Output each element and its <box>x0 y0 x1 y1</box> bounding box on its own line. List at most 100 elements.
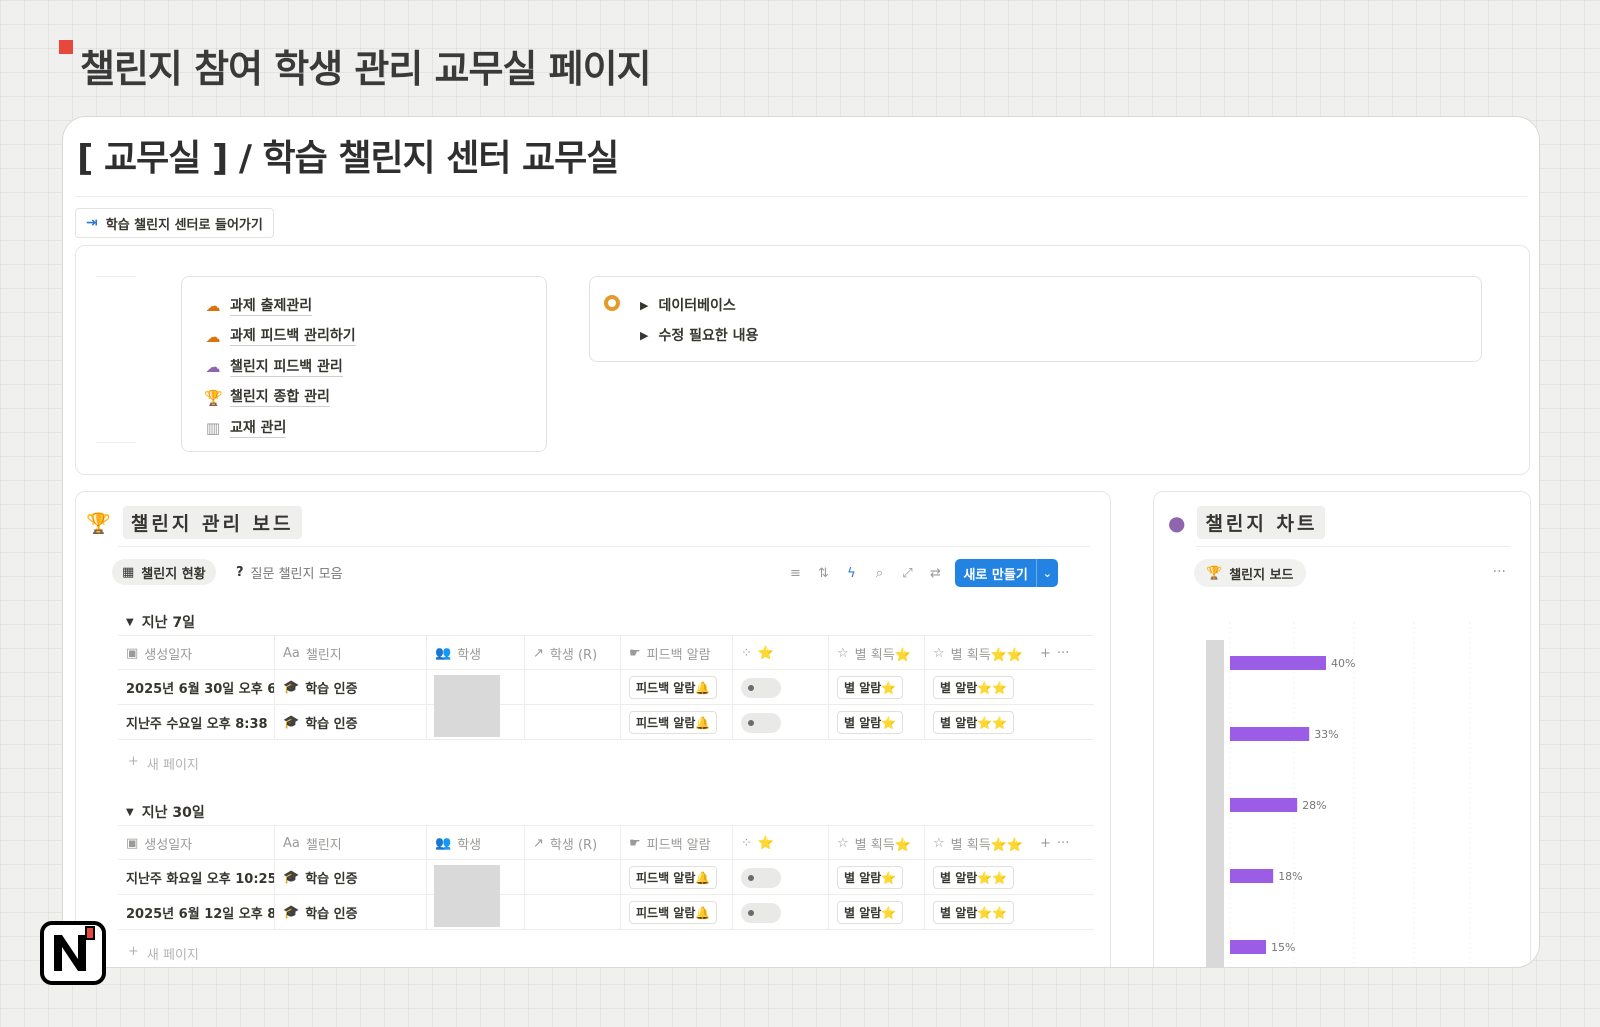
column-header[interactable]: ▣ 생성일자 <box>118 826 274 861</box>
feedback-alarm-button[interactable]: 피드백 알람🔔 <box>629 866 718 889</box>
notion-logo <box>40 921 106 985</box>
automation-icon[interactable]: ϟ <box>843 566 859 581</box>
student-image-placeholder <box>434 865 500 927</box>
menu-item-label: 교재 관리 <box>230 419 287 438</box>
column-header[interactable]: Aa 챌린지 <box>274 636 426 671</box>
table-row[interactable]: 2025년 6월 12일 오후 8:5 🎓 학습 인증 피드백 알람🔔 별 알람⭐… <box>118 895 1094 930</box>
filter-icon[interactable]: ≡ <box>787 566 803 581</box>
group-label: 지난 30일 <box>141 805 205 821</box>
add-page-button[interactable]: + 새 페이지 <box>128 944 199 963</box>
chart-axis-band <box>1206 640 1224 967</box>
add-column-icon[interactable]: + <box>1040 836 1051 851</box>
menu-item-challenge-feedback[interactable]: ☁ 챌린지 피드백 관리 <box>204 352 546 383</box>
toggle-database[interactable]: ▶ 데이터베이스 <box>640 295 736 315</box>
star-alarm-button[interactable]: 별 알람⭐ <box>837 676 904 699</box>
relation-arrow-icon: ↗ <box>533 836 544 851</box>
date-cell: 지난주 화요일 오후 10:25 <box>126 872 274 887</box>
table-row[interactable]: 2025년 6월 30일 오후 6:0 🎓 학습 인증 피드백 알람🔔 별 알람⭐… <box>118 670 1094 705</box>
toggle-triangle-icon: ▶ <box>640 328 649 342</box>
star2-cell: 별 알람⭐⭐ <box>924 895 1032 930</box>
star1-cell: 별 알람⭐ <box>828 860 924 895</box>
chart-data-label: 40% <box>1331 657 1355 670</box>
graduation-cap-icon: 🎓 <box>283 715 300 730</box>
challenge-cell[interactable]: 🎓 학습 인증 <box>274 705 426 740</box>
menu-item-assignment[interactable]: ☁ 과제 출제관리 <box>204 291 546 322</box>
column-header[interactable]: ↗ 학생 (R) <box>524 636 620 671</box>
column-header[interactable]: ⁘ ⭐ <box>732 826 828 861</box>
challenge-label: 학습 인증 <box>305 907 358 922</box>
group-toggle[interactable]: ▼ 지난 30일 <box>126 802 205 822</box>
toggle-edit-needed[interactable]: ▶ 수정 필요한 내용 <box>640 325 758 345</box>
table-row[interactable]: 지난주 화요일 오후 10:25 🎓 학습 인증 피드백 알람🔔 별 알람⭐ 별 … <box>118 860 1094 895</box>
group-toggle[interactable]: ▼ 지난 7일 <box>126 612 195 632</box>
challenge-cell[interactable]: 🎓 학습 인증 <box>274 860 426 895</box>
tab-challenge-status[interactable]: ▦ 챌린지 현황 <box>112 559 216 585</box>
database-table: ▣ 생성일자 Aa 챌린지 👥 학생 ↗ 학생 (R) ☛ 피드백 알람 ⁘ ⭐ ☆ 별 획득… <box>118 635 1094 740</box>
challenge-label: 학습 인증 <box>305 717 358 732</box>
feedback-alarm-button[interactable]: 피드백 알람🔔 <box>629 711 718 734</box>
column-header[interactable]: ☆ 별 획득⭐ <box>828 826 924 861</box>
column-header[interactable]: ☆ 별 획득⭐ <box>828 636 924 671</box>
challenge-label: 학습 인증 <box>305 682 358 697</box>
toggle-triangle-icon: ▶ <box>640 298 649 312</box>
menu-item-challenge-overview[interactable]: 🏆 챌린지 종합 관리 <box>204 383 546 414</box>
star-alarm-button[interactable]: 별 알람⭐⭐ <box>933 866 1015 889</box>
column-header[interactable]: ↗ 학생 (R) <box>524 826 620 861</box>
chevron-down-icon[interactable]: ⌄ <box>1035 559 1058 587</box>
column-header[interactable]: ⁘ ⭐ <box>732 636 828 671</box>
star2-cell: 별 알람⭐⭐ <box>924 860 1032 895</box>
more-icon[interactable]: ··· <box>1057 646 1069 661</box>
column-header[interactable]: 👥 학생 <box>426 636 524 671</box>
add-column-icon[interactable]: + <box>1040 646 1051 661</box>
menu-item-textbook[interactable]: ▥ 교재 관리 <box>204 413 546 444</box>
feedback-alarm-button[interactable]: 피드백 알람🔔 <box>629 901 718 924</box>
feedback-cell: 피드백 알람🔔 <box>620 860 732 895</box>
table-row[interactable]: 지난주 수요일 오후 8:38 🎓 학습 인증 피드백 알람🔔 별 알람⭐ 별 알… <box>118 705 1094 740</box>
column-header[interactable]: ▣ 생성일자 <box>118 636 274 671</box>
chart-data-label: 28% <box>1302 799 1326 812</box>
column-header[interactable]: ☆ 별 획득⭐⭐ <box>924 826 1032 861</box>
student-image-placeholder <box>434 675 500 737</box>
menu-item-label: 챌린지 피드백 관리 <box>230 358 343 377</box>
hero-title: 챌린지 참여 학생 관리 교무실 페이지 <box>80 47 652 91</box>
status-toggle[interactable] <box>741 677 781 698</box>
chart-bar <box>1230 727 1310 741</box>
menu-item-assignment-feedback[interactable]: ☁ 과제 피드백 관리하기 <box>204 322 546 353</box>
star-alarm-button[interactable]: 별 알람⭐ <box>837 866 904 889</box>
column-header[interactable]: ☛ 피드백 알람 <box>620 826 732 861</box>
table-icon: ▦ <box>122 564 135 580</box>
column-header[interactable]: ☛ 피드백 알람 <box>620 636 732 671</box>
status-cell <box>732 670 828 705</box>
settings-icon[interactable]: ⇄ <box>927 566 943 581</box>
add-page-button[interactable]: + 새 페이지 <box>128 754 199 773</box>
table-header-row: ▣ 생성일자 Aa 챌린지 👥 학생 ↗ 학생 (R) ☛ 피드백 알람 ⁘ ⭐ ☆ 별 획득… <box>118 635 1094 671</box>
status-toggle[interactable] <box>741 902 781 923</box>
new-button-label: 새로 만들기 <box>963 567 1028 583</box>
status-toggle[interactable] <box>741 712 781 733</box>
feedback-alarm-button[interactable]: 피드백 알람🔔 <box>629 676 718 699</box>
student-r-cell <box>524 895 620 930</box>
star-alarm-button[interactable]: 별 알람⭐ <box>837 901 904 924</box>
tab-question-challenges[interactable]: ? 질문 챌린지 모음 <box>226 559 353 585</box>
challenge-label: 학습 인증 <box>305 872 358 887</box>
challenge-cell[interactable]: 🎓 학습 인증 <box>274 670 426 705</box>
column-label: 피드백 알람 <box>646 838 711 853</box>
column-label: 생성일자 <box>144 838 193 853</box>
column-header[interactable]: ☆ 별 획득⭐⭐ <box>924 636 1032 671</box>
new-button[interactable]: 새로 만들기 ⌄ <box>955 559 1058 587</box>
star-alarm-button[interactable]: 별 알람⭐ <box>837 711 904 734</box>
star-alarm-button[interactable]: 별 알람⭐⭐ <box>933 901 1015 924</box>
student-r-cell <box>524 860 620 895</box>
status-toggle[interactable] <box>741 867 781 888</box>
more-icon[interactable]: ··· <box>1057 836 1069 851</box>
column-header[interactable]: 👥 학생 <box>426 826 524 861</box>
cloud-upload-icon: ☁ <box>205 327 221 346</box>
search-icon[interactable]: ⌕ <box>871 566 887 581</box>
expand-icon[interactable]: ⤢ <box>899 566 915 581</box>
challenge-cell[interactable]: 🎓 학습 인증 <box>274 895 426 930</box>
column-header[interactable]: Aa 챌린지 <box>274 826 426 861</box>
star-alarm-button[interactable]: 별 알람⭐⭐ <box>933 676 1015 699</box>
star-alarm-button[interactable]: 별 알람⭐⭐ <box>933 711 1015 734</box>
enter-center-link[interactable]: ⇥ 학습 챌린지 센터로 들어가기 <box>75 208 274 238</box>
sort-icon[interactable]: ⇅ <box>815 566 831 581</box>
